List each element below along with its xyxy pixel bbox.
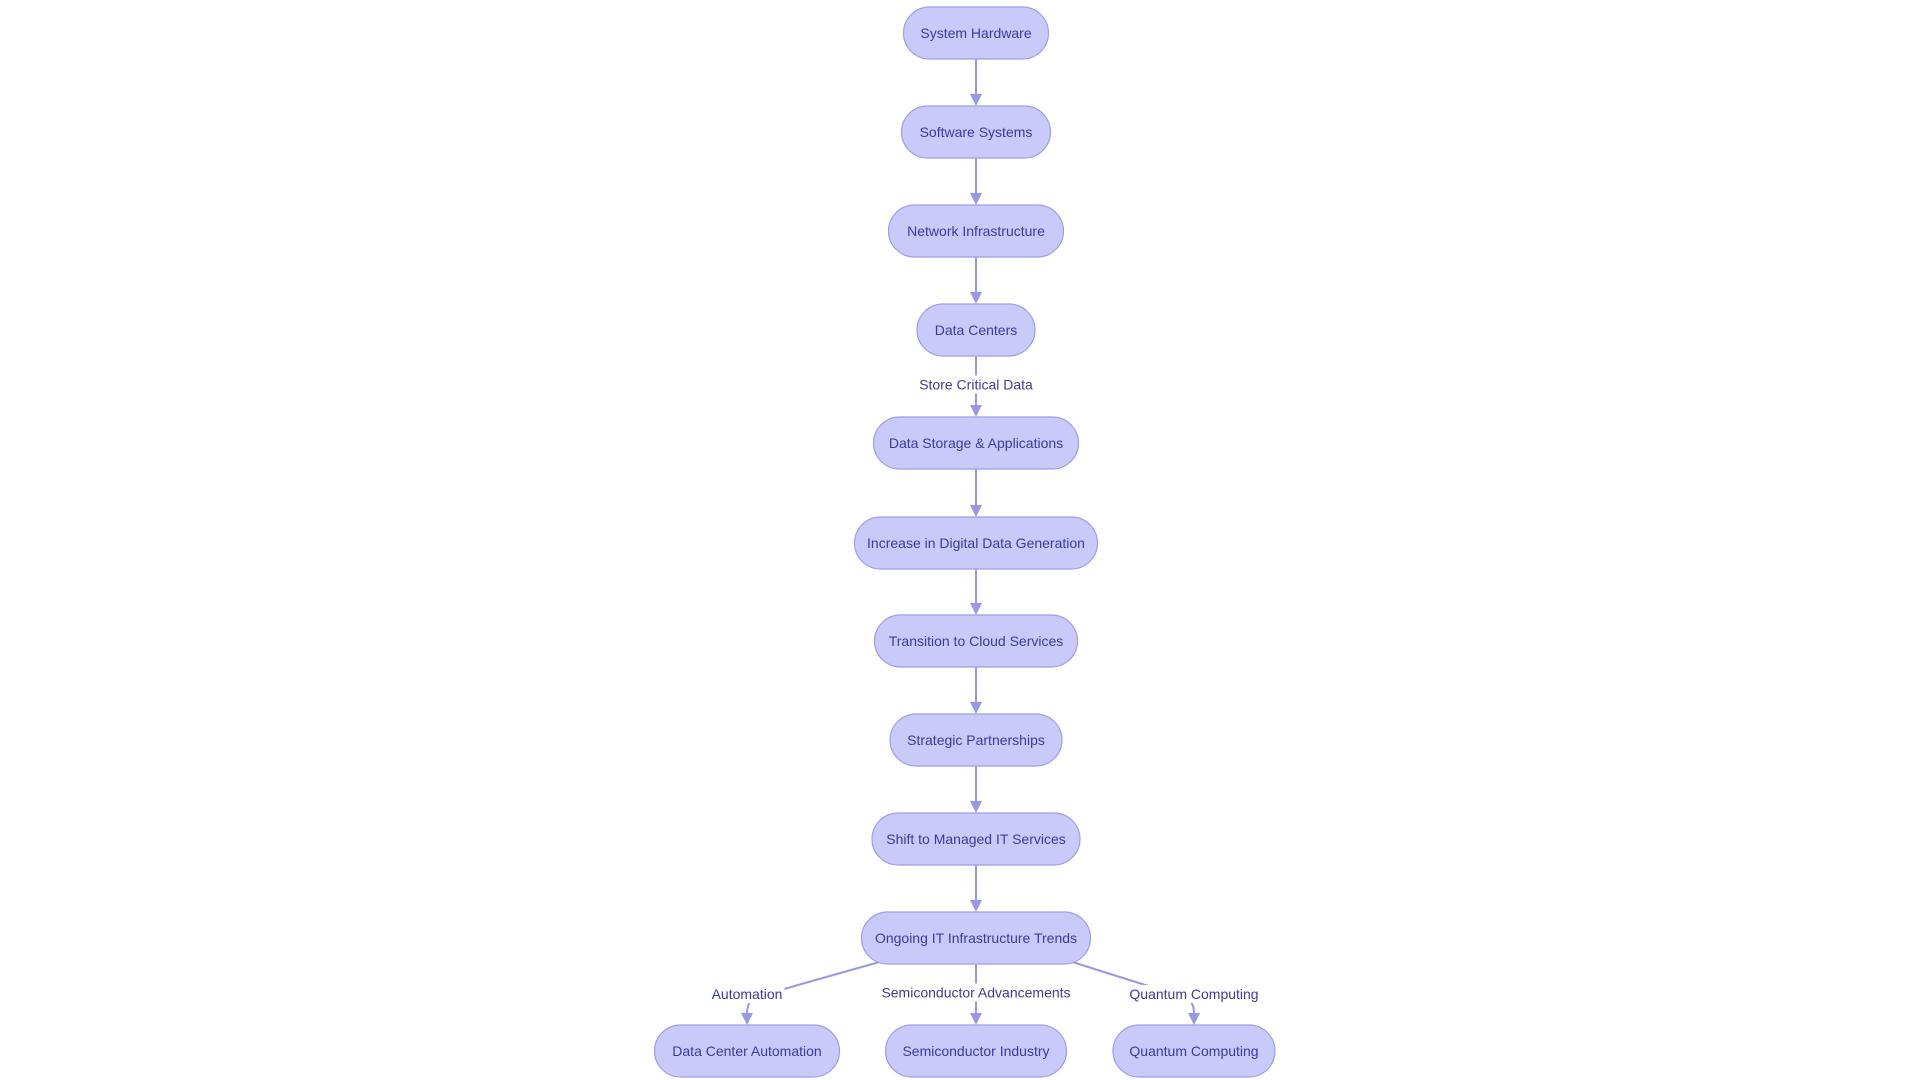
arrowhead-icon <box>741 1013 753 1025</box>
arrowhead-icon <box>970 193 982 205</box>
arrowhead-icon <box>970 801 982 813</box>
node-label: Data Centers <box>935 322 1017 338</box>
node-increase-in-digital-data-generation[interactable]: Increase in Digital Data Generation <box>853 516 1099 570</box>
edge-label-store-critical-data: Store Critical Data <box>919 377 1033 393</box>
edge-trends-to-dca: Automation <box>709 961 880 1025</box>
nodes-layer: System Hardware Software Systems Network I… <box>653 6 1276 1078</box>
node-transition-to-cloud-services[interactable]: Transition to Cloud Services <box>873 614 1079 668</box>
node-network-infrastructure[interactable]: Network Infrastructure <box>887 204 1065 258</box>
node-data-centers[interactable]: Data Centers <box>916 303 1036 357</box>
edge-sw-to-net <box>970 158 982 205</box>
edge-cloud-to-part <box>970 667 982 714</box>
arrowhead-icon <box>970 1013 982 1025</box>
node-label: System Hardware <box>920 25 1031 41</box>
node-ongoing-it-infrastructure-trends[interactable]: Ongoing IT Infrastructure Trends <box>860 911 1092 965</box>
edge-hw-to-sw <box>970 59 982 106</box>
node-label: Data Center Automation <box>672 1043 821 1059</box>
arrowhead-icon <box>970 900 982 912</box>
node-label: Semiconductor Industry <box>902 1043 1049 1059</box>
node-label: Strategic Partnerships <box>907 732 1045 748</box>
edge-label-quantum-computing: Quantum Computing <box>1129 986 1258 1002</box>
node-label: Transition to Cloud Services <box>889 633 1064 649</box>
node-label: Increase in Digital Data Generation <box>867 535 1085 551</box>
node-label: Data Storage & Applications <box>889 435 1063 451</box>
edge-net-to-dc <box>970 257 982 304</box>
edge-trends-to-semi: Semiconductor Advancements <box>879 964 1073 1025</box>
edge-dsa-to-inc <box>970 469 982 517</box>
edge-label-automation: Automation <box>712 986 783 1002</box>
edge-part-to-msp <box>970 766 982 813</box>
arrowhead-icon <box>970 603 982 615</box>
edge-dc-to-dsa: Store Critical Data <box>917 356 1036 417</box>
arrowhead-icon <box>970 292 982 304</box>
node-label: Shift to Managed IT Services <box>886 831 1066 847</box>
arrowhead-icon <box>970 405 982 417</box>
node-label: Quantum Computing <box>1129 1043 1258 1059</box>
node-semiconductor-industry[interactable]: Semiconductor Industry <box>884 1024 1068 1078</box>
node-software-systems[interactable]: Software Systems <box>900 105 1052 159</box>
node-shift-to-managed-it-services[interactable]: Shift to Managed IT Services <box>871 812 1081 866</box>
edge-trends-to-qc: Quantum Computing <box>1072 961 1261 1025</box>
edge-msp-to-trends <box>970 865 982 912</box>
node-quantum-computing[interactable]: Quantum Computing <box>1112 1024 1276 1078</box>
node-label: Ongoing IT Infrastructure Trends <box>875 930 1077 946</box>
arrowhead-icon <box>970 505 982 517</box>
node-data-center-automation[interactable]: Data Center Automation <box>653 1024 841 1078</box>
node-system-hardware[interactable]: System Hardware <box>902 6 1050 60</box>
node-data-storage-and-applications[interactable]: Data Storage & Applications <box>872 416 1080 470</box>
arrowhead-icon <box>970 702 982 714</box>
edge-inc-to-cloud <box>970 569 982 615</box>
node-label: Software Systems <box>920 124 1033 140</box>
node-label: Network Infrastructure <box>907 223 1045 239</box>
arrowhead-icon <box>970 94 982 106</box>
flowchart: Store Critical Data Automation Semiconduct… <box>653 6 1276 1078</box>
arrowhead-icon <box>1188 1013 1200 1025</box>
node-strategic-partnerships[interactable]: Strategic Partnerships <box>889 713 1063 767</box>
edge-label-semiconductor-advancements: Semiconductor Advancements <box>881 985 1070 1001</box>
